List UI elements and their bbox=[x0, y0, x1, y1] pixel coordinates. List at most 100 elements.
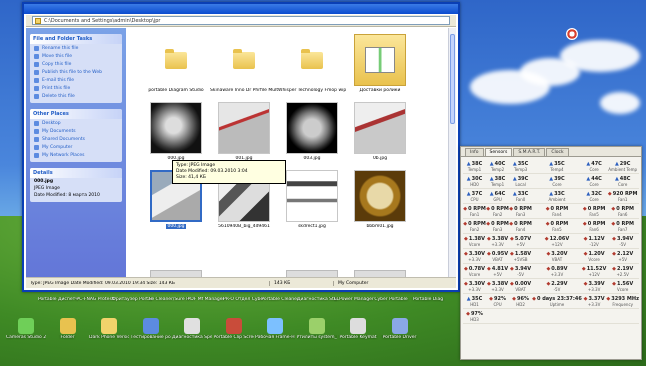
task-link[interactable]: My Network Places bbox=[30, 151, 122, 159]
desktop-icon[interactable]: Диагностика Studio bbox=[297, 296, 337, 302]
title-bar[interactable] bbox=[24, 4, 458, 14]
desktop-icon[interactable]: Диагностика SpeedFan bbox=[172, 318, 212, 340]
scroll-thumb[interactable] bbox=[450, 34, 455, 124]
file-thumbnail[interactable]: 0b.jpg bbox=[346, 102, 414, 161]
sensor-reading: ▲ 47C Core bbox=[581, 159, 607, 174]
sensor-label: VBAT bbox=[492, 256, 503, 262]
sensor-reading: ◆ 2.19V +2.5V bbox=[606, 264, 639, 279]
desktop-icon-label: Тестирование portable bbox=[130, 335, 171, 340]
sensor-label: -5V bbox=[619, 241, 627, 247]
arrow-icon: ◆ bbox=[510, 280, 514, 287]
detail-filename: 000.jpg bbox=[34, 179, 54, 184]
desktop-icon[interactable]: PR-O Отдел Cyber Pro bbox=[223, 296, 263, 302]
desktop-icon[interactable]: PDF Mf Manager bbox=[186, 296, 226, 302]
desktop-icon-label: Cameras Studio 2 bbox=[6, 335, 46, 340]
sensor-reading: ◆ 3.37V +3.3V bbox=[581, 294, 607, 309]
arrow-icon: ◆ bbox=[509, 205, 514, 212]
file-thumbnail[interactable]: 003.jpg bbox=[278, 102, 346, 161]
sensor-reading: ▲ 38C Temp1 bbox=[486, 174, 510, 189]
file-thumbnail[interactable]: 000.jpg bbox=[142, 102, 210, 161]
sensor-reading: ◆ 1.56V Vcore bbox=[606, 279, 639, 294]
address-bar[interactable]: C:\Documents and Settings\admin\Desktop\… bbox=[26, 15, 456, 27]
task-link-label: My Network Places bbox=[42, 152, 85, 158]
desktop-icon[interactable]: Fe Cleaner/Sure Portable Studio bbox=[149, 296, 189, 302]
arrow-icon: ◆ bbox=[545, 205, 550, 212]
desktop-icon[interactable]: Portable Cleaner bbox=[260, 296, 300, 302]
task-icon bbox=[34, 120, 39, 126]
desktop-icon-label: Portable Диспетчер Studio bbox=[38, 297, 78, 302]
desktop-icon[interactable]: LLPower Manager 3.0 bbox=[334, 296, 374, 302]
tab-smart[interactable]: S.M.A.R.T. bbox=[513, 148, 546, 156]
desktop-icon[interactable]: PC-FNAG Protest bbox=[75, 296, 115, 302]
task-icon bbox=[34, 61, 39, 67]
file-thumbnail[interactable]: skdrect1.jpg bbox=[278, 170, 346, 229]
desktop-icon[interactable]: Portable Diag bbox=[408, 296, 448, 302]
task-link[interactable]: Print this file bbox=[30, 84, 122, 92]
file-thumbnail[interactable]: bbbm01.jpg bbox=[346, 170, 414, 229]
task-link[interactable]: Desktop bbox=[30, 119, 122, 127]
task-link[interactable]: My Computer bbox=[30, 143, 122, 151]
tab-sensors[interactable]: Sensors bbox=[484, 148, 513, 156]
file-thumbnail[interactable]: portable Diagram Studio bbox=[142, 34, 210, 93]
arrow-icon: ◆ bbox=[486, 205, 491, 212]
address-field[interactable]: C:\Documents and Settings\admin\Desktop\… bbox=[32, 16, 450, 25]
app-icon bbox=[101, 318, 117, 334]
desktop-icon[interactable]: Рабочая Frame-Hr bbox=[255, 318, 295, 340]
app-icon bbox=[350, 318, 366, 334]
file-name-text: Skinaware Inno Dr Phrfile Multiline on t… bbox=[210, 88, 278, 93]
task-group-title[interactable]: File and Folder Tasks bbox=[30, 34, 122, 44]
image-thumbnail bbox=[151, 103, 201, 153]
sensor-reading bbox=[606, 309, 639, 324]
file-thumbnail[interactable]: 001.jpg bbox=[210, 102, 278, 161]
desktop-icon[interactable]: Portable Clip Screen bbox=[214, 318, 254, 340]
task-link[interactable]: E-mail this file bbox=[30, 76, 122, 84]
desktop-icon[interactable]: Фритаузер Portable 10.1 bbox=[112, 296, 152, 302]
desktop-icon[interactable]: Утилиты system_cat bbox=[297, 318, 337, 340]
arrow-icon: ◆ bbox=[583, 280, 588, 287]
sensor-reading: ◆ 5.07V +5V bbox=[509, 234, 533, 249]
arrow-icon: ◆ bbox=[486, 220, 491, 227]
file-name-text: 000.jpg bbox=[165, 224, 187, 229]
task-group-title[interactable]: Other Places bbox=[30, 109, 122, 119]
desktop-icon[interactable]: Cameras Studio 2 bbox=[6, 318, 46, 340]
task-link-label: My Documents bbox=[42, 128, 76, 134]
task-link[interactable]: Publish this file to the Web bbox=[30, 68, 122, 76]
task-icon bbox=[34, 45, 39, 51]
tab-clock[interactable]: Clock bbox=[546, 148, 569, 156]
app-icon bbox=[267, 318, 283, 334]
folder-icon bbox=[301, 48, 323, 69]
file-thumbnail[interactable]: Доставки ролики bbox=[346, 34, 414, 93]
task-link[interactable]: Shared Documents bbox=[30, 135, 122, 143]
task-link[interactable]: Delete this file bbox=[30, 92, 122, 100]
desktop-icon[interactable]: Тестирование portable bbox=[131, 318, 171, 340]
tab-info[interactable]: Info bbox=[465, 148, 484, 156]
desktop-icon[interactable]: Cyber Portable bbox=[371, 296, 411, 302]
image-thumbnail bbox=[287, 103, 337, 153]
task-group-title[interactable]: Details bbox=[30, 168, 122, 178]
file-view[interactable]: portable Diagram Studio Skinaware Inno Dr… bbox=[128, 28, 448, 278]
desktop-icon[interactable]: Portable Keymat bbox=[338, 318, 378, 340]
sensor-reading: ◆ 0 RPM Fan6 bbox=[606, 204, 639, 219]
sensor-reading: ◆ 0.78V Vcore bbox=[463, 264, 487, 279]
desktop-icon[interactable]: Portable Диспетчер Studio bbox=[38, 296, 78, 302]
arrow-icon: ◆ bbox=[463, 280, 468, 287]
desktop-icon[interactable]: Folder bbox=[48, 318, 88, 340]
task-link[interactable]: Move this file bbox=[30, 52, 122, 60]
desktop-icon[interactable]: Portable Driver bbox=[380, 318, 420, 340]
file-name: 0b.jpg bbox=[346, 156, 414, 161]
vertical-scrollbar[interactable] bbox=[448, 28, 456, 278]
sensor-reading: ◆ 0 days 23:37:46 Uptime bbox=[532, 294, 582, 309]
opera-icon[interactable] bbox=[566, 28, 578, 40]
task-link[interactable]: My Documents bbox=[30, 127, 122, 135]
desktop-icon[interactable]: Dark Phone Version 2 bbox=[89, 318, 129, 340]
task-link[interactable]: Copy this file bbox=[30, 60, 122, 68]
task-link[interactable]: Rename this file bbox=[30, 44, 122, 52]
sensor-monitor-window[interactable]: Info Sensors S.M.A.R.T. Clock ▲ 38C Temp1 ▲ 40C… bbox=[460, 146, 642, 360]
task-link-label: Shared Documents bbox=[42, 136, 85, 142]
arrow-icon: ◆ bbox=[463, 205, 468, 212]
file-thumbnail[interactable]: Whisper Technology Fmop wiper Studi bbox=[278, 34, 346, 93]
sensor-label: Fan7 bbox=[617, 226, 628, 232]
file-thumbnail[interactable]: Skinaware Inno Dr Phrfile Multiline on t… bbox=[210, 34, 278, 93]
explorer-window[interactable]: C:\Documents and Settings\admin\Desktop\… bbox=[22, 2, 460, 292]
arrow-icon: ◆ bbox=[583, 250, 588, 257]
